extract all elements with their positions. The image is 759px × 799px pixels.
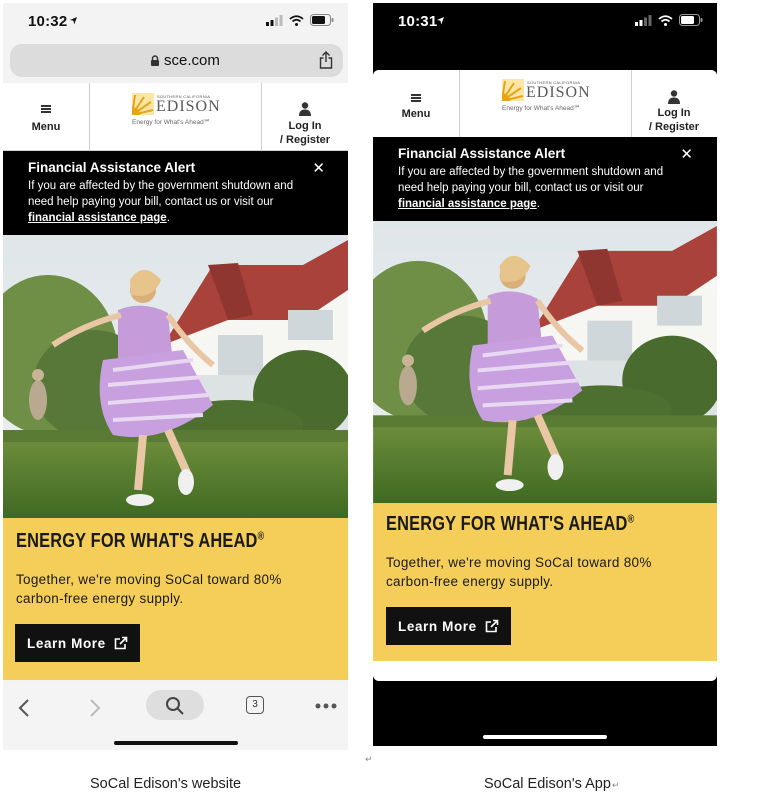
- battery-icon: [679, 14, 703, 26]
- hero-image: [373, 221, 717, 503]
- browser-toolbar: 3: [3, 686, 348, 750]
- status-time: 10:32: [28, 13, 68, 30]
- paragraph-mark: ↵: [365, 754, 373, 764]
- app-phone-screen: 10:31 Menu SOUTHERN CALIFORNIA EDISON En…: [373, 3, 717, 746]
- cellular-signal-icon: [266, 14, 283, 26]
- search-icon: [166, 697, 184, 715]
- alert-title: Financial Assistance Alert: [28, 160, 196, 175]
- status-bar: 10:31: [373, 3, 717, 41]
- menu-button[interactable]: Menu: [373, 70, 460, 137]
- learn-more-button[interactable]: Learn More: [386, 607, 511, 645]
- external-link-icon: [114, 636, 128, 650]
- wifi-icon: [658, 14, 673, 26]
- promo-body: Together, we're moving SoCal toward 80% …: [386, 555, 652, 589]
- sun-logo-icon: [132, 93, 154, 115]
- location-arrow-icon: [437, 17, 444, 25]
- tabs-count-button[interactable]: 3: [246, 696, 264, 714]
- back-arrow-icon[interactable]: [18, 698, 30, 718]
- menu-button[interactable]: Menu: [3, 83, 90, 150]
- battery-icon: [310, 14, 334, 26]
- learn-more-label: Learn More: [27, 635, 106, 651]
- logo-name: EDISON: [526, 84, 591, 101]
- financial-assistance-link[interactable]: financial assistance page: [28, 212, 167, 224]
- edison-logo[interactable]: SOUTHERN CALIFORNIA EDISON Energy for Wh…: [90, 83, 262, 150]
- user-icon: [299, 102, 311, 116]
- promo-title: ENERGY FOR WHAT'S AHEAD®: [16, 530, 265, 552]
- alert-body: If you are affected by the government sh…: [28, 180, 294, 224]
- sun-logo-icon: [502, 79, 524, 101]
- promo-section: ENERGY FOR WHAT'S AHEAD® Together, we're…: [3, 518, 348, 680]
- hamburger-icon: [41, 105, 51, 113]
- url-text: sce.com: [164, 52, 220, 69]
- alert-body: If you are affected by the government sh…: [398, 166, 664, 210]
- share-icon[interactable]: [319, 51, 333, 69]
- site-header: Menu SOUTHERN CALIFORNIA EDISON Energy f…: [3, 83, 348, 151]
- hamburger-icon: [411, 94, 421, 102]
- site-header: Menu SOUTHERN CALIFORNIA EDISON Energy f…: [373, 70, 717, 138]
- alert-title: Financial Assistance Alert: [398, 146, 566, 161]
- website-caption: SoCal Edison's website: [90, 776, 242, 792]
- login-label: Log In / Register: [279, 120, 331, 146]
- promo-body: Together, we're moving SoCal toward 80% …: [16, 572, 282, 606]
- menu-label: Menu: [401, 108, 431, 120]
- user-icon: [668, 90, 680, 104]
- external-link-icon: [485, 619, 499, 633]
- promo-section: ENERGY FOR WHAT'S AHEAD® Together, we're…: [373, 503, 717, 661]
- financial-alert-banner: Financial Assistance Alert ✕ If you are …: [3, 151, 348, 235]
- login-register-button[interactable]: Log In / Register: [631, 70, 717, 137]
- address-bar[interactable]: sce.com: [10, 44, 343, 77]
- hero-image: [3, 235, 348, 518]
- wifi-icon: [289, 14, 304, 26]
- home-indicator: [114, 741, 238, 745]
- status-time: 10:31: [398, 13, 438, 30]
- logo-name: EDISON: [156, 98, 221, 115]
- promo-title: ENERGY FOR WHAT'S AHEAD®: [386, 513, 635, 535]
- financial-alert-banner: Financial Assistance Alert ✕ If you are …: [373, 137, 717, 221]
- logo-tagline: Energy for What's Ahead℠: [502, 105, 581, 112]
- learn-more-button[interactable]: Learn More: [15, 624, 140, 662]
- cellular-signal-icon: [635, 14, 652, 26]
- search-button[interactable]: [146, 690, 204, 720]
- edison-logo[interactable]: SOUTHERN CALIFORNIA EDISON Energy for Wh…: [460, 70, 632, 137]
- app-caption: SoCal Edison's App↵: [484, 776, 620, 792]
- lock-icon: [151, 55, 159, 66]
- login-register-button[interactable]: Log In / Register: [262, 83, 348, 150]
- app-webview: Menu SOUTHERN CALIFORNIA EDISON Energy f…: [373, 70, 717, 681]
- login-label: Log In / Register: [648, 107, 700, 133]
- menu-label: Menu: [31, 121, 61, 133]
- financial-assistance-link[interactable]: financial assistance page: [398, 198, 537, 210]
- home-indicator: [483, 735, 607, 739]
- location-arrow-icon: [70, 17, 77, 25]
- learn-more-label: Learn More: [398, 618, 477, 634]
- logo-tagline: Energy for What's Ahead℠: [132, 119, 211, 126]
- close-icon[interactable]: ✕: [312, 161, 325, 176]
- more-options-icon[interactable]: [315, 703, 337, 709]
- status-bar: 10:32: [3, 3, 348, 41]
- forward-arrow-icon[interactable]: [89, 698, 101, 718]
- close-icon[interactable]: ✕: [680, 147, 693, 162]
- website-phone-screen: 10:32 sce.com Menu SOUTHERN CALIFORNIA E…: [3, 3, 348, 750]
